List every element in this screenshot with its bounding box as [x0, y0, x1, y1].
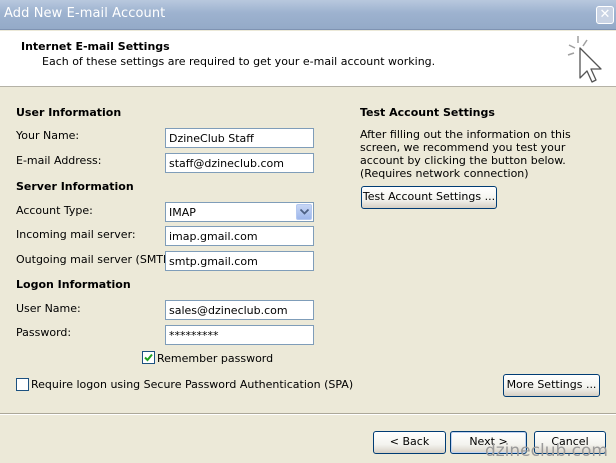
password-field[interactable]: ********* — [165, 325, 314, 345]
wand-cursor-icon — [567, 36, 602, 83]
server-info-heading: Server Information — [16, 180, 134, 193]
your-name-field[interactable]: DzineClub Staff — [165, 128, 314, 148]
user-name-label: User Name: — [16, 302, 81, 315]
account-type-select[interactable]: IMAP — [165, 202, 314, 222]
remember-password-checkbox[interactable] — [142, 351, 155, 364]
user-name-field[interactable]: sales@dzineclub.com — [165, 300, 314, 320]
email-address-field[interactable]: staff@dzineclub.com — [165, 153, 314, 173]
logon-info-heading: Logon Information — [16, 278, 131, 291]
window-titlebar: Add New E-mail Account ✕ — [0, 0, 616, 30]
user-info-heading: User Information — [16, 106, 122, 119]
close-icon[interactable]: ✕ — [596, 6, 614, 24]
outgoing-server-field[interactable]: smtp.gmail.com — [165, 251, 314, 271]
spa-checkbox[interactable] — [16, 378, 29, 391]
your-name-label: Your Name: — [16, 129, 80, 142]
incoming-server-field[interactable]: imap.gmail.com — [165, 226, 314, 246]
footer-separator — [0, 413, 616, 415]
account-type-value: IMAP — [169, 206, 196, 219]
header-subtitle: Each of these settings are required to g… — [42, 55, 436, 68]
test-settings-description: After filling out the information on thi… — [360, 128, 571, 180]
password-label: Password: — [16, 326, 72, 339]
email-address-label: E-mail Address: — [16, 154, 102, 167]
remember-password-label[interactable]: Remember password — [157, 352, 273, 365]
test-settings-heading: Test Account Settings — [360, 106, 495, 119]
header-title: Internet E-mail Settings — [21, 40, 170, 53]
test-account-settings-button[interactable]: Test Account Settings ... — [361, 186, 497, 209]
more-settings-button[interactable]: More Settings ... — [503, 374, 600, 397]
wizard-header: Internet E-mail Settings Each of these s… — [0, 31, 616, 87]
outgoing-server-label: Outgoing mail server (SMTP): — [16, 253, 178, 266]
watermark-text: dzineclub.com — [484, 441, 608, 461]
account-type-label: Account Type: — [16, 204, 93, 217]
back-button[interactable]: < Back — [373, 431, 446, 454]
checkmark-icon — [144, 353, 153, 362]
spa-label[interactable]: Require logon using Secure Password Auth… — [31, 378, 353, 391]
chevron-down-icon[interactable] — [296, 204, 312, 220]
window-title: Add New E-mail Account — [4, 6, 166, 21]
incoming-server-label: Incoming mail server: — [16, 228, 136, 241]
